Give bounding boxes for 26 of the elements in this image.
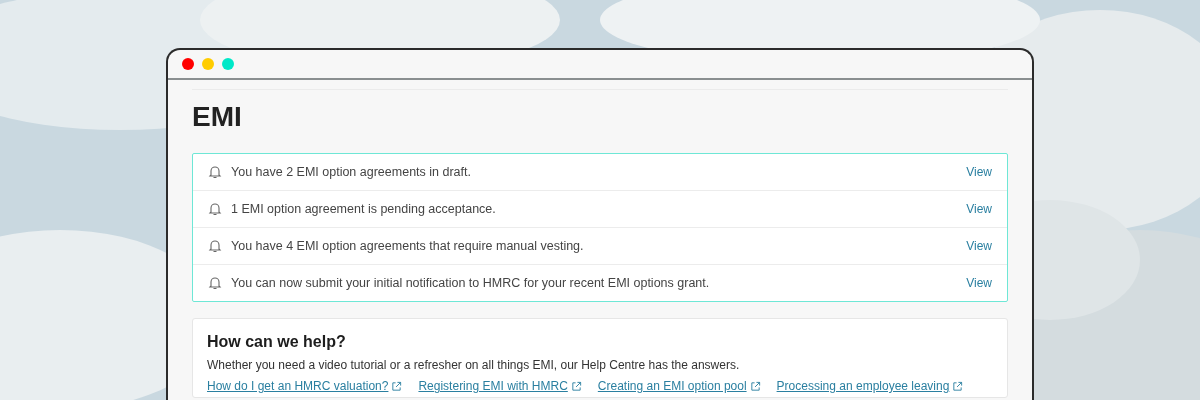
- bell-icon: [208, 202, 222, 216]
- help-link[interactable]: Processing an employee leaving: [776, 379, 950, 393]
- maximize-dot-icon[interactable]: [222, 58, 234, 70]
- help-link[interactable]: How do I get an HMRC valuation?: [207, 379, 389, 393]
- notification-text: You can now submit your initial notification to HMRC for your recent EMI options grant.: [231, 276, 711, 290]
- external-link-icon: [749, 380, 761, 392]
- bell-icon: [208, 276, 222, 290]
- notification-text: 1 EMI option agreement is pending acceptance.: [231, 202, 497, 216]
- external-link-icon: [391, 380, 403, 392]
- notification-text: You have 2 EMI option agreements in draft.: [231, 165, 472, 179]
- external-link-icon: [952, 380, 964, 392]
- help-title: How can we help?: [207, 333, 347, 351]
- view-link[interactable]: View: [966, 165, 992, 179]
- view-link[interactable]: View: [966, 239, 992, 253]
- notification-text: You have 4 EMI option agreements that require manual vesting.: [231, 239, 585, 253]
- external-link-icon: [570, 380, 582, 392]
- minimize-dot-icon[interactable]: [202, 58, 214, 70]
- close-dot-icon[interactable]: [182, 58, 194, 70]
- help-text: Whether you need a video tutorial or a refresher on all things EMI, our Help Centre has the answers.: [207, 358, 741, 372]
- view-link[interactable]: View: [966, 276, 992, 290]
- page-title: EMI: [192, 101, 243, 133]
- view-link[interactable]: View: [966, 202, 992, 216]
- help-link[interactable]: Registering EMI with HMRC: [418, 379, 568, 393]
- help-link[interactable]: Creating an EMI option pool: [597, 379, 747, 393]
- bell-icon: [208, 165, 222, 179]
- bell-icon: [208, 239, 222, 253]
